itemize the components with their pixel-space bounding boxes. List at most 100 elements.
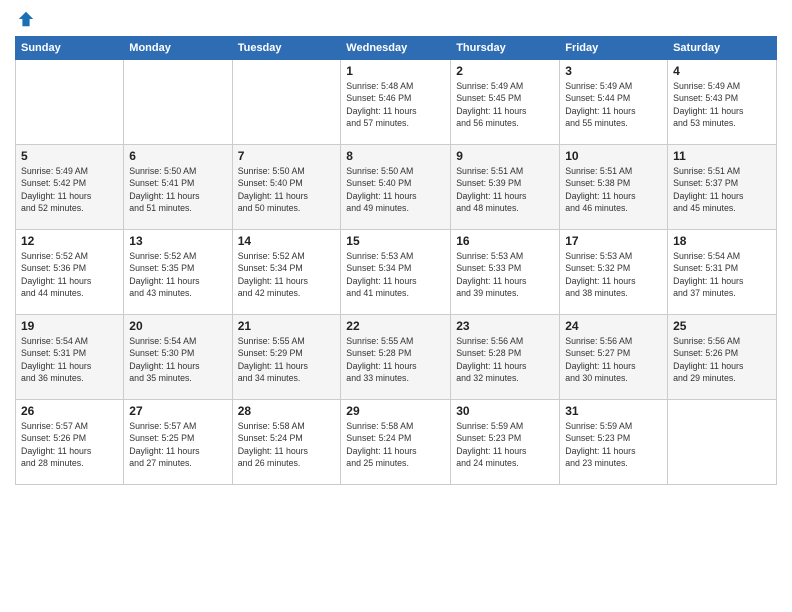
calendar-day-cell: 28 Sunrise: 5:58 AMSunset: 5:24 PMDayligh… bbox=[232, 400, 341, 485]
day-info: Sunrise: 5:51 AMSunset: 5:38 PMDaylight:… bbox=[565, 165, 662, 214]
day-number: 26 bbox=[21, 404, 118, 418]
calendar-day-cell: 30Sunrise: 5:59 AMSunset: 5:23 PMDayligh… bbox=[451, 400, 560, 485]
calendar-day-cell: 31 Sunrise: 5:59 AMSunset: 5:23 PMDayligh… bbox=[560, 400, 668, 485]
calendar-week-row: 5 Sunrise: 5:49 AMSunset: 5:42 PMDaylight… bbox=[16, 145, 777, 230]
day-info: Sunrise: 5:49 AMSunset: 5:43 PMDaylight:… bbox=[673, 80, 771, 129]
calendar-day-cell bbox=[16, 60, 124, 145]
calendar-day-cell: 26 Sunrise: 5:57 AMSunset: 5:26 PMDayligh… bbox=[16, 400, 124, 485]
day-info: Sunrise: 5:55 AMSunset: 5:29 PMDaylight:… bbox=[238, 335, 336, 384]
calendar-day-cell: 7 Sunrise: 5:50 AMSunset: 5:40 PMDaylight… bbox=[232, 145, 341, 230]
day-number: 9 bbox=[456, 149, 554, 163]
day-info: Sunrise: 5:54 AMSunset: 5:31 PMDaylight:… bbox=[673, 250, 771, 299]
calendar-day-cell: 14Sunrise: 5:52 AMSunset: 5:34 PMDayligh… bbox=[232, 230, 341, 315]
calendar-week-row: 26 Sunrise: 5:57 AMSunset: 5:26 PMDayligh… bbox=[16, 400, 777, 485]
day-number: 28 bbox=[238, 404, 336, 418]
calendar-day-cell: 17 Sunrise: 5:53 AMSunset: 5:32 PMDayligh… bbox=[560, 230, 668, 315]
calendar-day-cell: 24 Sunrise: 5:56 AMSunset: 5:27 PMDayligh… bbox=[560, 315, 668, 400]
day-info: Sunrise: 5:58 AMSunset: 5:24 PMDaylight:… bbox=[238, 420, 336, 469]
day-number: 16 bbox=[456, 234, 554, 248]
weekday-header-saturday: Saturday bbox=[668, 37, 777, 60]
day-info: Sunrise: 5:49 AMSunset: 5:42 PMDaylight:… bbox=[21, 165, 118, 214]
calendar-day-cell bbox=[668, 400, 777, 485]
day-info: Sunrise: 5:52 AMSunset: 5:36 PMDaylight:… bbox=[21, 250, 118, 299]
day-number: 18 bbox=[673, 234, 771, 248]
day-info: Sunrise: 5:53 AMSunset: 5:33 PMDaylight:… bbox=[456, 250, 554, 299]
calendar-day-cell: 10 Sunrise: 5:51 AMSunset: 5:38 PMDayligh… bbox=[560, 145, 668, 230]
day-info: Sunrise: 5:49 AMSunset: 5:44 PMDaylight:… bbox=[565, 80, 662, 129]
day-info: Sunrise: 5:57 AMSunset: 5:25 PMDaylight:… bbox=[129, 420, 226, 469]
day-info: Sunrise: 5:51 AMSunset: 5:37 PMDaylight:… bbox=[673, 165, 771, 214]
calendar-day-cell: 18 Sunrise: 5:54 AMSunset: 5:31 PMDayligh… bbox=[668, 230, 777, 315]
day-info: Sunrise: 5:54 AMSunset: 5:31 PMDaylight:… bbox=[21, 335, 118, 384]
day-number: 25 bbox=[673, 319, 771, 333]
day-number: 24 bbox=[565, 319, 662, 333]
day-number: 21 bbox=[238, 319, 336, 333]
calendar-day-cell: 22Sunrise: 5:55 AMSunset: 5:28 PMDayligh… bbox=[341, 315, 451, 400]
day-info: Sunrise: 5:52 AMSunset: 5:35 PMDaylight:… bbox=[129, 250, 226, 299]
calendar-day-cell: 29 Sunrise: 5:58 AMSunset: 5:24 PMDayligh… bbox=[341, 400, 451, 485]
day-info: Sunrise: 5:56 AMSunset: 5:26 PMDaylight:… bbox=[673, 335, 771, 384]
calendar-week-row: 1 Sunrise: 5:48 AMSunset: 5:46 PMDaylight… bbox=[16, 60, 777, 145]
day-info: Sunrise: 5:56 AMSunset: 5:28 PMDaylight:… bbox=[456, 335, 554, 384]
day-number: 8 bbox=[346, 149, 445, 163]
day-info: Sunrise: 5:53 AMSunset: 5:32 PMDaylight:… bbox=[565, 250, 662, 299]
calendar-day-cell: 1 Sunrise: 5:48 AMSunset: 5:46 PMDaylight… bbox=[341, 60, 451, 145]
day-number: 1 bbox=[346, 64, 445, 78]
day-info: Sunrise: 5:50 AMSunset: 5:41 PMDaylight:… bbox=[129, 165, 226, 214]
calendar-day-cell: 3 Sunrise: 5:49 AMSunset: 5:44 PMDaylight… bbox=[560, 60, 668, 145]
day-info: Sunrise: 5:55 AMSunset: 5:28 PMDaylight:… bbox=[346, 335, 445, 384]
logo-icon bbox=[17, 10, 35, 28]
day-info: Sunrise: 5:54 AMSunset: 5:30 PMDaylight:… bbox=[129, 335, 226, 384]
day-info: Sunrise: 5:57 AMSunset: 5:26 PMDaylight:… bbox=[21, 420, 118, 469]
calendar-day-cell bbox=[232, 60, 341, 145]
day-number: 5 bbox=[21, 149, 118, 163]
weekday-header-sunday: Sunday bbox=[16, 37, 124, 60]
calendar-day-cell: 6 Sunrise: 5:50 AMSunset: 5:41 PMDaylight… bbox=[124, 145, 232, 230]
day-number: 29 bbox=[346, 404, 445, 418]
calendar-day-cell: 27 Sunrise: 5:57 AMSunset: 5:25 PMDayligh… bbox=[124, 400, 232, 485]
day-info: Sunrise: 5:50 AMSunset: 5:40 PMDaylight:… bbox=[346, 165, 445, 214]
day-info: Sunrise: 5:51 AMSunset: 5:39 PMDaylight:… bbox=[456, 165, 554, 214]
calendar-page: SundayMondayTuesdayWednesdayThursdayFrid… bbox=[0, 0, 792, 612]
calendar-day-cell: 11 Sunrise: 5:51 AMSunset: 5:37 PMDayligh… bbox=[668, 145, 777, 230]
calendar-day-cell: 12Sunrise: 5:52 AMSunset: 5:36 PMDayligh… bbox=[16, 230, 124, 315]
calendar-day-cell: 13 Sunrise: 5:52 AMSunset: 5:35 PMDayligh… bbox=[124, 230, 232, 315]
day-info: Sunrise: 5:59 AMSunset: 5:23 PMDaylight:… bbox=[565, 420, 662, 469]
day-number: 23 bbox=[456, 319, 554, 333]
day-number: 27 bbox=[129, 404, 226, 418]
day-info: Sunrise: 5:48 AMSunset: 5:46 PMDaylight:… bbox=[346, 80, 445, 129]
day-number: 7 bbox=[238, 149, 336, 163]
day-number: 10 bbox=[565, 149, 662, 163]
weekday-header-friday: Friday bbox=[560, 37, 668, 60]
calendar-table: SundayMondayTuesdayWednesdayThursdayFrid… bbox=[15, 36, 777, 485]
day-info: Sunrise: 5:50 AMSunset: 5:40 PMDaylight:… bbox=[238, 165, 336, 214]
day-number: 13 bbox=[129, 234, 226, 248]
day-number: 3 bbox=[565, 64, 662, 78]
day-number: 30 bbox=[456, 404, 554, 418]
calendar-day-cell: 15Sunrise: 5:53 AMSunset: 5:34 PMDayligh… bbox=[341, 230, 451, 315]
calendar-day-cell: 23 Sunrise: 5:56 AMSunset: 5:28 PMDayligh… bbox=[451, 315, 560, 400]
day-number: 17 bbox=[565, 234, 662, 248]
calendar-week-row: 19Sunrise: 5:54 AMSunset: 5:31 PMDayligh… bbox=[16, 315, 777, 400]
calendar-day-cell: 16 Sunrise: 5:53 AMSunset: 5:33 PMDayligh… bbox=[451, 230, 560, 315]
day-number: 11 bbox=[673, 149, 771, 163]
day-number: 20 bbox=[129, 319, 226, 333]
day-info: Sunrise: 5:53 AMSunset: 5:34 PMDaylight:… bbox=[346, 250, 445, 299]
calendar-day-cell: 4 Sunrise: 5:49 AMSunset: 5:43 PMDaylight… bbox=[668, 60, 777, 145]
weekday-header-tuesday: Tuesday bbox=[232, 37, 341, 60]
day-number: 4 bbox=[673, 64, 771, 78]
calendar-day-cell: 8 Sunrise: 5:50 AMSunset: 5:40 PMDaylight… bbox=[341, 145, 451, 230]
calendar-day-cell: 2Sunrise: 5:49 AMSunset: 5:45 PMDaylight… bbox=[451, 60, 560, 145]
day-info: Sunrise: 5:58 AMSunset: 5:24 PMDaylight:… bbox=[346, 420, 445, 469]
calendar-day-cell: 9 Sunrise: 5:51 AMSunset: 5:39 PMDaylight… bbox=[451, 145, 560, 230]
page-header bbox=[15, 10, 777, 28]
weekday-header-thursday: Thursday bbox=[451, 37, 560, 60]
day-number: 6 bbox=[129, 149, 226, 163]
calendar-day-cell: 21 Sunrise: 5:55 AMSunset: 5:29 PMDayligh… bbox=[232, 315, 341, 400]
day-number: 2 bbox=[456, 64, 554, 78]
calendar-week-row: 12Sunrise: 5:52 AMSunset: 5:36 PMDayligh… bbox=[16, 230, 777, 315]
calendar-day-cell bbox=[124, 60, 232, 145]
day-info: Sunrise: 5:56 AMSunset: 5:27 PMDaylight:… bbox=[565, 335, 662, 384]
weekday-header-row: SundayMondayTuesdayWednesdayThursdayFrid… bbox=[16, 37, 777, 60]
day-number: 31 bbox=[565, 404, 662, 418]
